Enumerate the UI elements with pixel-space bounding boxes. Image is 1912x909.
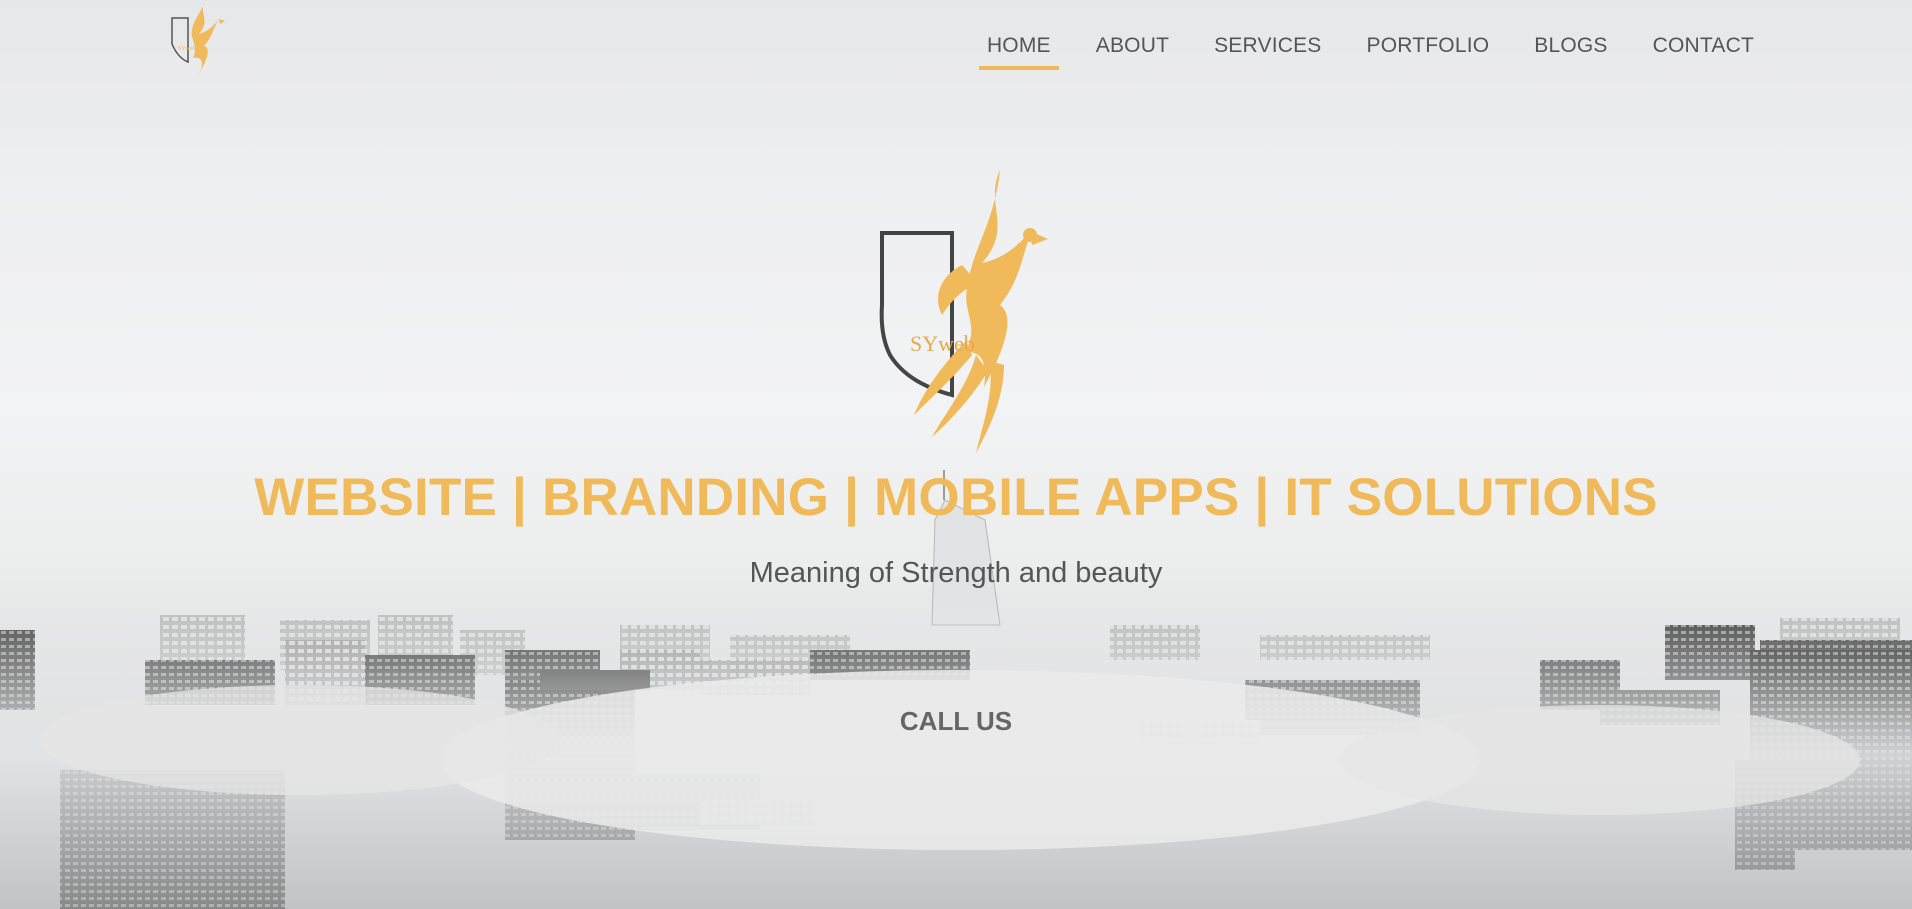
hero-section: SYweb HOME ABOUT SERVICES PORTFOLIO BLOG… xyxy=(0,0,1912,909)
logo-wordmark: SYweb xyxy=(910,331,975,356)
header-logo-icon[interactable]: SYweb xyxy=(168,0,228,84)
nav-item-contact[interactable]: CONTACT xyxy=(1645,30,1762,70)
site-header: SYweb HOME ABOUT SERVICES PORTFOLIO BLOG… xyxy=(0,0,1912,90)
hero-tagline: WEBSITE | BRANDING | MOBILE APPS | IT SO… xyxy=(254,468,1658,527)
nav-item-services[interactable]: SERVICES xyxy=(1206,30,1329,70)
nav-item-portfolio[interactable]: PORTFOLIO xyxy=(1359,30,1498,70)
header-logo-text: SYweb xyxy=(178,46,196,52)
hero-subtitle: Meaning of Strength and beauty xyxy=(749,557,1163,589)
main-nav: HOME ABOUT SERVICES PORTFOLIO BLOGS CONT… xyxy=(950,30,1762,70)
call-us-button[interactable]: CALL US xyxy=(876,706,1036,737)
nav-item-blogs[interactable]: BLOGS xyxy=(1526,30,1615,70)
nav-item-about[interactable]: ABOUT xyxy=(1088,30,1177,70)
nav-item-home[interactable]: HOME xyxy=(978,30,1059,70)
phoenix-shield-logo-icon: SYweb xyxy=(879,170,1048,453)
